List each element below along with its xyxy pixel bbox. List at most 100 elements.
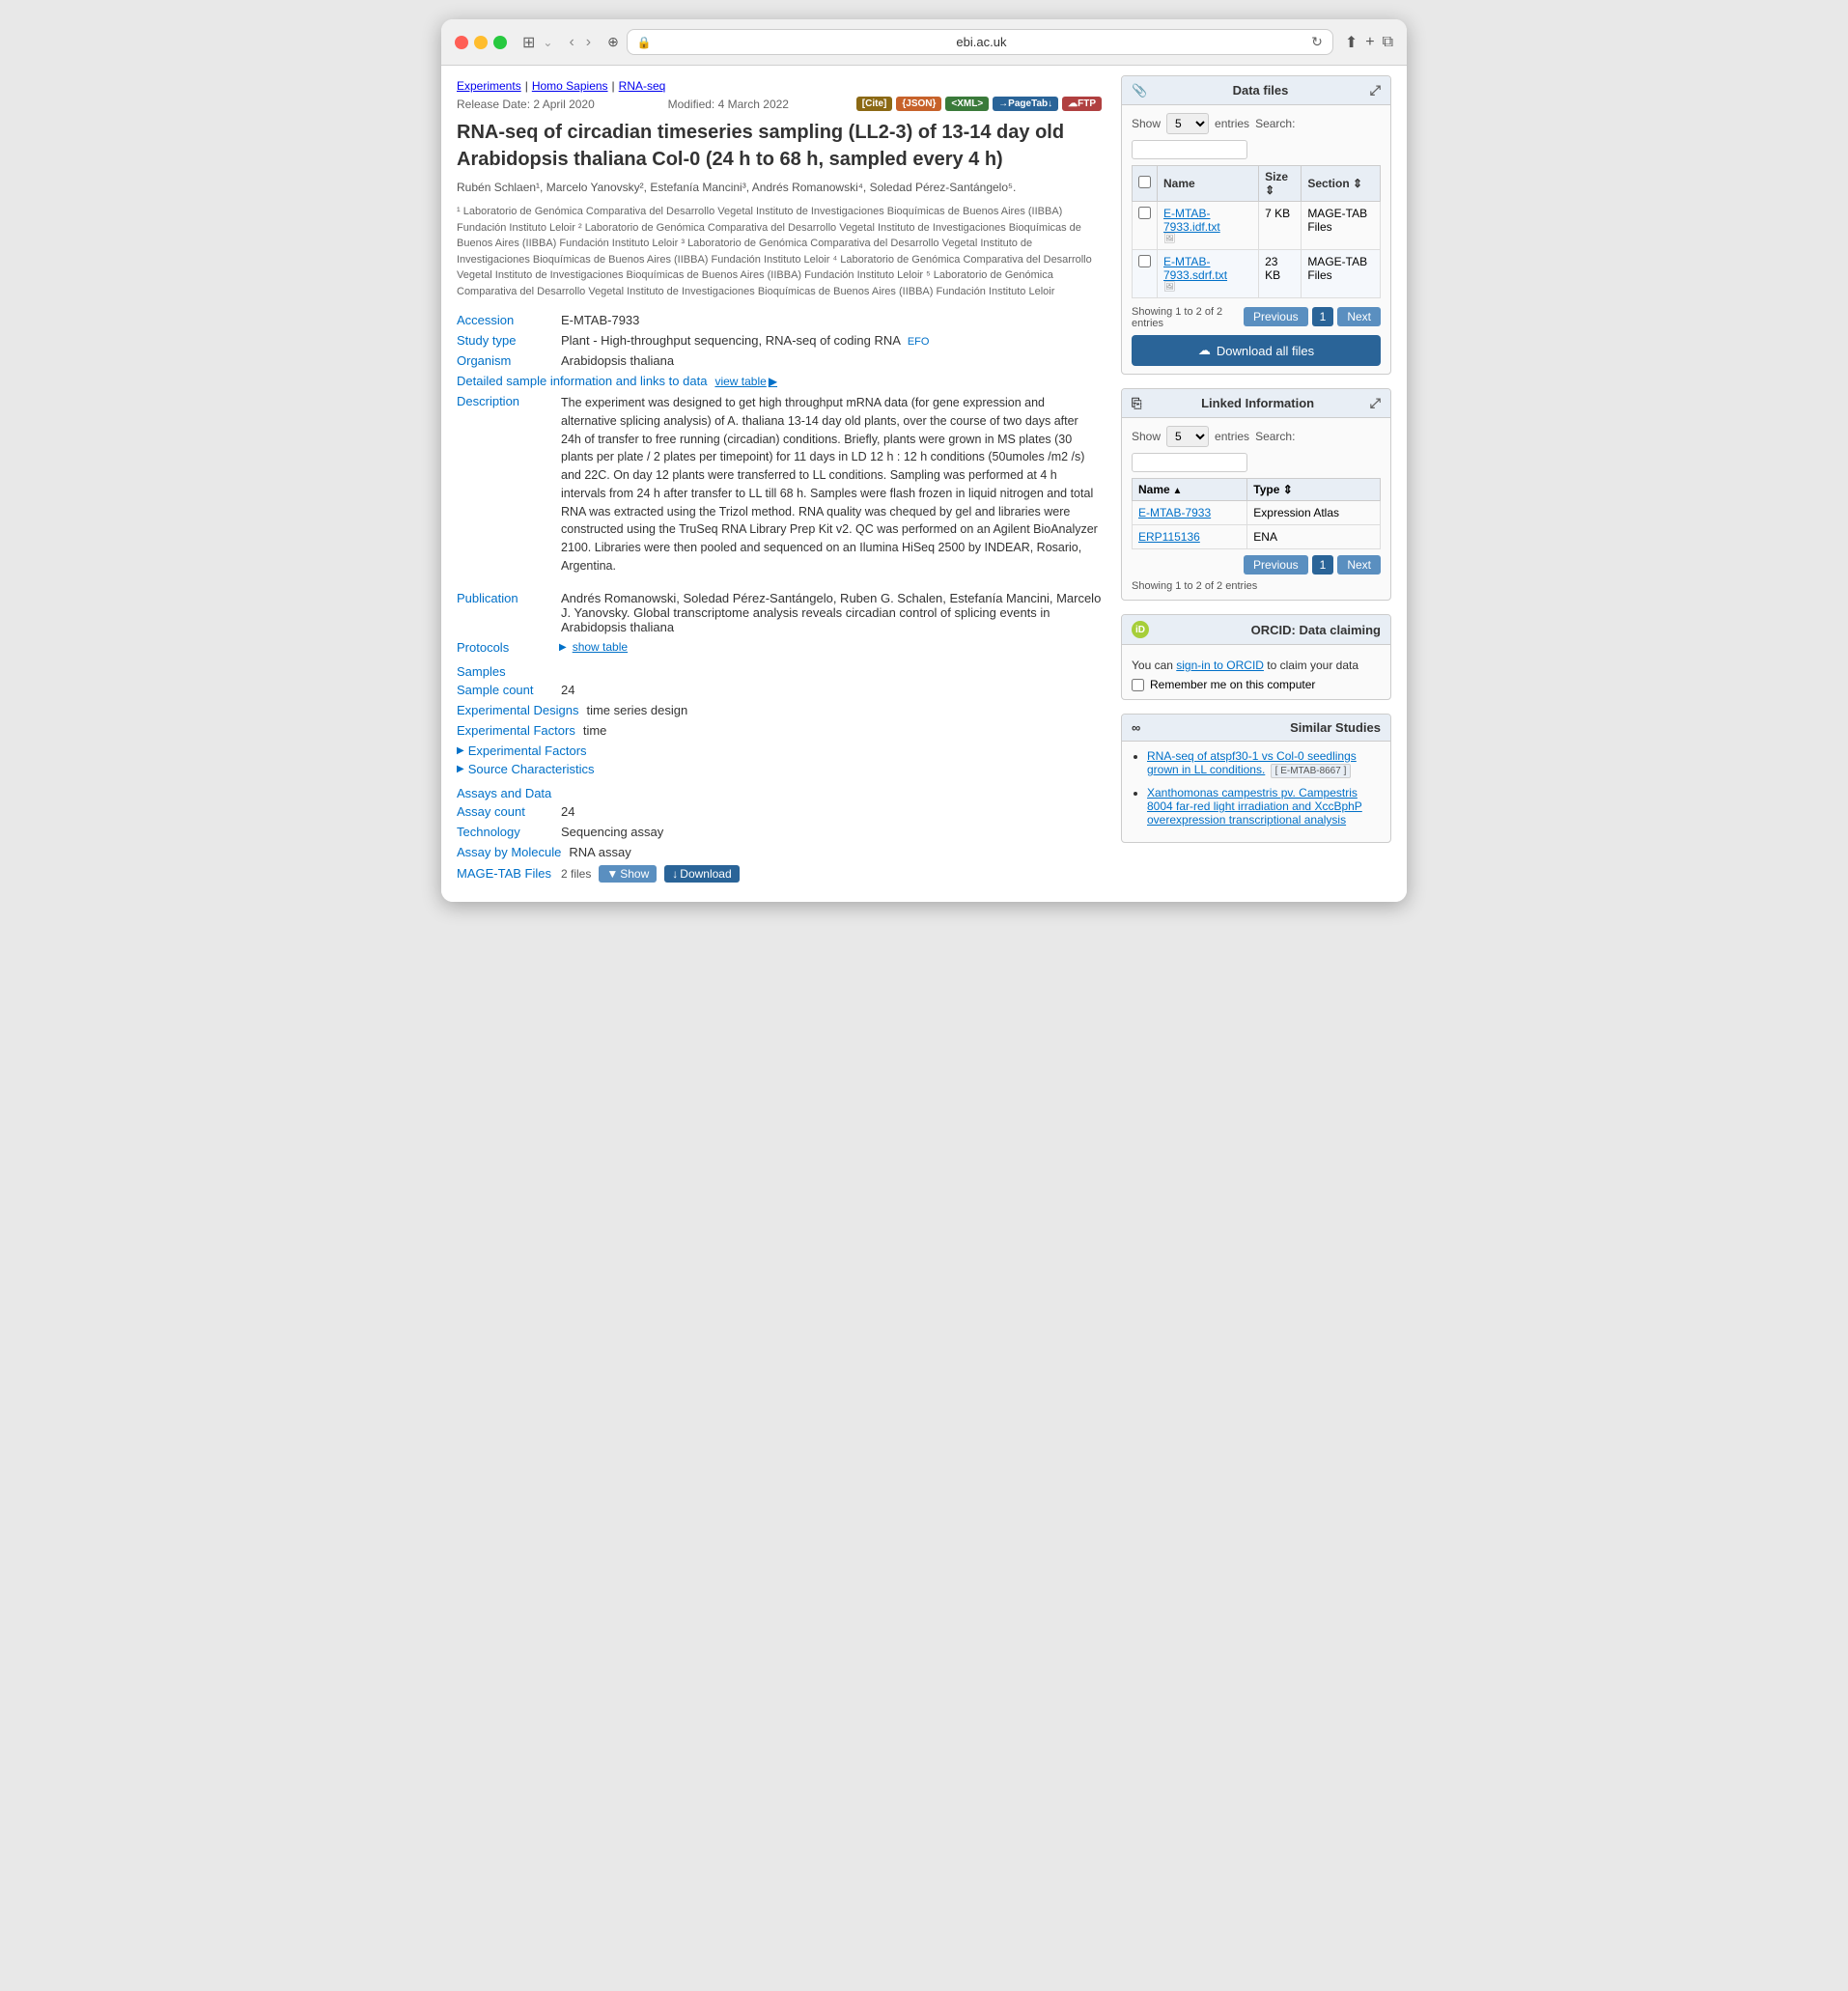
release-date: Release Date: 2 April 2020 — [457, 98, 595, 111]
exp-factors-value: time — [583, 723, 607, 738]
li-entries-label: entries — [1215, 430, 1249, 443]
li-page-number: 1 — [1312, 555, 1334, 575]
meta-bar: Release Date: 2 April 2020 Modified: 4 M… — [457, 97, 1102, 111]
sidebar-toggle-icon[interactable]: ⊞ — [522, 33, 535, 52]
remember-me-checkbox[interactable] — [1132, 679, 1144, 691]
url-text: ebi.ac.uk — [658, 35, 1305, 49]
li-entries-select[interactable]: 51025 — [1166, 426, 1209, 447]
previous-button[interactable]: Previous — [1244, 307, 1308, 326]
url-bar[interactable]: 🔒 ebi.ac.uk ↻ — [627, 29, 1333, 55]
linked-info-expand-icon[interactable]: ⤢ — [1370, 395, 1381, 411]
forward-button[interactable]: › — [581, 32, 596, 53]
json-button[interactable]: {JSON} — [896, 97, 941, 111]
show-files-button[interactable]: ▼ ▼ Show Show — [599, 865, 657, 883]
new-tab-button[interactable]: + — [1365, 33, 1374, 52]
li-name-link[interactable]: ERP115136 — [1138, 530, 1200, 544]
exp-designs-value: time series design — [586, 703, 687, 717]
close-button[interactable] — [455, 36, 468, 49]
minimize-button[interactable] — [474, 36, 488, 49]
protocols-label: Protocols — [457, 640, 553, 655]
assay-molecule-row: Assay by Molecule RNA assay — [457, 845, 1102, 859]
data-files-table: Name Size ⇕ Section ⇕ E-MTAB-7933.idf.tx… — [1132, 165, 1381, 298]
li-previous-button[interactable]: Previous — [1244, 555, 1308, 575]
table-row: E-MTAB-7933.idf.txt 🖼 7 KB MAGE-TAB File… — [1133, 202, 1381, 250]
source-characteristics-expand[interactable]: ▶ Source Characteristics — [457, 762, 1102, 776]
publication-section: Publication Andrés Romanowski, Soledad P… — [457, 591, 1102, 634]
accession-value: E-MTAB-7933 — [561, 313, 639, 327]
ftp-button[interactable]: ☁FTP — [1062, 97, 1102, 111]
download-all-button[interactable]: ☁ Download all files — [1132, 335, 1381, 366]
table-row: E-MTAB-7933 Expression Atlas — [1133, 501, 1381, 525]
efo-link[interactable]: EFO — [908, 336, 930, 348]
tabs-button[interactable]: ⧉ — [1383, 33, 1393, 52]
orcid-signin-link[interactable]: sign-in to ORCID — [1176, 659, 1264, 672]
entries-select[interactable]: 51025 — [1166, 113, 1209, 134]
download-icon: ↓ — [672, 867, 678, 881]
breadcrumb-experiments[interactable]: Experiments — [457, 79, 521, 93]
show-table-arrow: ▶ — [559, 642, 567, 653]
li-search-input[interactable] — [1132, 453, 1247, 472]
data-files-icon: 📎 — [1132, 83, 1147, 98]
select-all-checkbox[interactable] — [1138, 176, 1151, 188]
li-next-button[interactable]: Next — [1337, 555, 1381, 575]
view-table-link[interactable]: view table ▶ — [714, 374, 777, 388]
search-label: Search: — [1255, 117, 1295, 130]
row-checkbox[interactable] — [1138, 255, 1151, 267]
show-table-link[interactable]: show table — [573, 640, 628, 654]
file-size-cell: 7 KB — [1259, 202, 1302, 250]
detailed-row: Detailed sample information and links to… — [457, 374, 1102, 388]
xml-button[interactable]: <XML> — [945, 97, 989, 111]
protocols-row: Protocols ▶ show table — [457, 640, 1102, 655]
li-pagination-buttons: Previous 1 Next — [1132, 555, 1381, 575]
linked-info-pagination: Previous 1 Next — [1132, 555, 1381, 575]
breadcrumb-homo[interactable]: Homo Sapiens — [532, 79, 608, 93]
download-files-button[interactable]: ↓ Download — [664, 865, 739, 883]
maximize-button[interactable] — [493, 36, 507, 49]
study-link-2[interactable]: Xanthomonas campestris pv. Campestris 80… — [1147, 786, 1362, 827]
exp-factors-label: Experimental Factors — [457, 723, 575, 738]
files-count: 2 files — [561, 867, 591, 881]
sample-count-value: 24 — [561, 683, 574, 697]
share-button[interactable]: ⬆ — [1345, 33, 1358, 52]
row-checkbox-cell — [1133, 250, 1158, 298]
file-section-cell: MAGE-TAB Files — [1302, 202, 1381, 250]
reload-icon[interactable]: ↻ — [1311, 34, 1323, 50]
publication-text: Andrés Romanowski, Soledad Pérez-Santáng… — [561, 591, 1102, 634]
source-characteristics-label: Source Characteristics — [468, 762, 595, 776]
pagetab-button[interactable]: →PageTab↓ — [993, 97, 1058, 111]
similar-studies-list: RNA-seq of atspf30-1 vs Col-0 seedlings … — [1132, 749, 1381, 827]
row-checkbox[interactable] — [1138, 207, 1151, 219]
study-type-row: Study type Plant - High-throughput seque… — [457, 333, 1102, 348]
arrow-icon: ▶ — [769, 375, 777, 388]
description-label: Description — [457, 394, 553, 585]
sample-count-row: Sample count 24 — [457, 683, 1102, 697]
cite-button[interactable]: [Cite] — [856, 97, 893, 111]
li-name-header[interactable]: Name — [1133, 479, 1247, 501]
linked-info-controls: Show 51025 entries Search: — [1132, 426, 1381, 472]
li-name-link[interactable]: E-MTAB-7933 — [1138, 506, 1211, 519]
file-name-link[interactable]: E-MTAB-7933.idf.txt — [1163, 207, 1220, 234]
next-button[interactable]: Next — [1337, 307, 1381, 326]
organism-row: Organism Arabidopsis thaliana — [457, 353, 1102, 368]
section-header: Section ⇕ — [1302, 166, 1381, 202]
data-files-expand-icon[interactable]: ⤢ — [1370, 82, 1381, 98]
table-row: ERP115136 ENA — [1133, 525, 1381, 549]
li-showing: Showing 1 to 2 of 2 entries — [1132, 580, 1381, 592]
experimental-factors-expand[interactable]: ▶ Experimental Factors — [457, 743, 1102, 758]
shield-icon: ⊕ — [607, 34, 619, 50]
affiliations: ¹ Laboratorio de Genómica Comparativa de… — [457, 204, 1102, 299]
li-search-label: Search: — [1255, 430, 1295, 443]
breadcrumb-rnaseq[interactable]: RNA-seq — [619, 79, 666, 93]
assays-section: Assays and Data Assay count 24 Technolog… — [457, 786, 1102, 883]
breadcrumb: Experiments | Homo Sapiens | RNA-seq — [457, 75, 1102, 93]
orcid-panel: iD ORCID: Data claiming You can sign-in … — [1121, 614, 1391, 700]
experimental-factors-label: Experimental Factors — [468, 743, 587, 758]
page-title: RNA-seq of circadian timeseries sampling… — [457, 119, 1102, 173]
remember-me-label: Remember me on this computer — [1150, 678, 1315, 691]
li-type-header[interactable]: Type ⇕ — [1247, 479, 1381, 501]
back-button[interactable]: ‹ — [564, 32, 578, 53]
mage-tab-row: MAGE-TAB Files 2 files ▼ ▼ Show Show ↓ D… — [457, 865, 1102, 883]
search-input[interactable] — [1132, 140, 1247, 159]
row-checkbox-cell — [1133, 202, 1158, 250]
file-name-link[interactable]: E-MTAB-7933.sdrf.txt — [1163, 255, 1227, 282]
